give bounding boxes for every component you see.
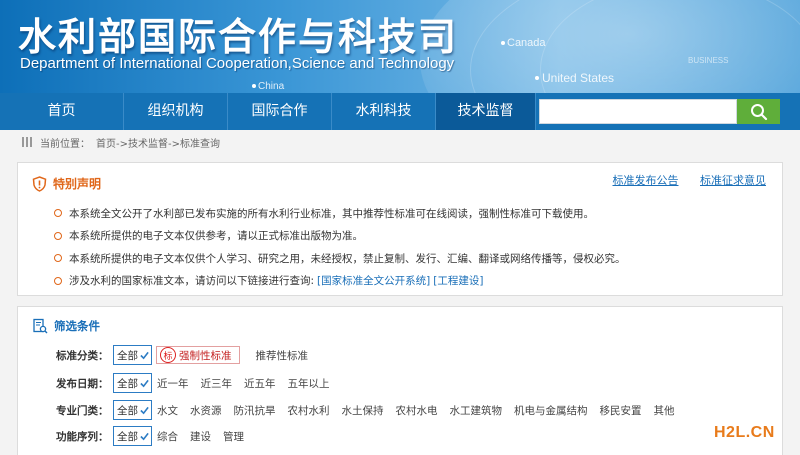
option-date[interactable]: 近五年	[244, 376, 276, 391]
option-mandatory[interactable]: 标强制性标准	[156, 346, 240, 364]
all-label: 全部	[117, 349, 138, 362]
link-standard-announcement[interactable]: 标准发布公告	[613, 174, 679, 187]
list-item: 本系统所提供的电子文本仅供个人学习、研究之用，未经授权，禁止复制、发行、汇编、翻…	[54, 247, 774, 270]
option-discipline[interactable]: 水土保持	[342, 403, 384, 418]
filter-label: 标准分类：	[56, 349, 109, 362]
map-dot	[501, 41, 505, 45]
option-date[interactable]: 五年以上	[288, 376, 330, 391]
nav-item-supervision[interactable]: 技术监督	[436, 93, 536, 130]
notice-text: 本系统所提供的电子文本仅供个人学习、研究之用，未经授权，禁止复制、发行、汇编、翻…	[69, 252, 626, 265]
option-discipline[interactable]: 水工建筑物	[450, 403, 503, 418]
breadcrumb-path[interactable]: 首页->技术监督->标准查询	[96, 135, 220, 150]
link-standard-comments[interactable]: 标准征求意见	[700, 174, 766, 187]
map-dot	[252, 84, 256, 88]
search-button[interactable]	[737, 99, 780, 124]
all-label: 全部	[117, 377, 138, 390]
nav-item-organization[interactable]: 组织机构	[124, 93, 228, 130]
filter-doc-icon	[33, 318, 48, 334]
breadcrumb-label: 当前位置：	[40, 138, 90, 150]
circle-bullet-icon	[54, 254, 62, 263]
map-label-china: China	[258, 81, 285, 92]
notice-links: 标准发布公告 标准征求意见	[595, 172, 767, 188]
option-discipline[interactable]: 农村水电	[396, 403, 438, 418]
check-icon	[140, 432, 149, 440]
map-label-canada: Canada	[507, 37, 546, 49]
option-date[interactable]: 近三年	[201, 376, 233, 391]
search-input[interactable]	[539, 99, 737, 124]
list-item: 涉及水利的国家标准文本，请访问以下链接进行查询: [国家标准全文公开系统] [工程建…	[54, 270, 774, 293]
option-function[interactable]: 建设	[190, 429, 211, 444]
filter-label: 专业门类：	[56, 404, 109, 417]
nav-item-home[interactable]: 首页	[0, 93, 124, 130]
filter-label: 功能序列：	[56, 430, 109, 443]
search-icon	[750, 103, 767, 120]
filter-header: 筛选条件	[32, 318, 100, 334]
notice-title: 特别声明	[53, 177, 102, 191]
option-discipline[interactable]: 机电与金属结构	[514, 403, 588, 418]
all-label: 全部	[117, 430, 138, 443]
map-dot	[535, 76, 539, 80]
watermark: H2L.CN	[714, 424, 775, 441]
check-icon	[140, 351, 149, 359]
option-label: 强制性标准	[179, 349, 232, 362]
option-function[interactable]: 综合	[157, 429, 178, 444]
shield-icon	[32, 175, 47, 192]
list-item: 本系统所提供的电子文本仅供参考，请以正式标准出版物为准。	[54, 225, 774, 248]
list-item: 本系统全文公开了水利部已发布实施的所有水利行业标准，其中推荐性标准可在线阅读，强…	[54, 202, 774, 225]
option-discipline[interactable]: 水文	[157, 403, 178, 418]
filter-label: 发布日期：	[56, 377, 109, 390]
option-date[interactable]: 近一年	[157, 376, 189, 391]
notice-text: 本系统所提供的电子文本仅供参考，请以正式标准出版物为准。	[69, 230, 363, 243]
circle-bullet-icon	[54, 209, 62, 218]
filter-all-checkbox[interactable]: 全部	[113, 373, 152, 393]
filter-all-checkbox[interactable]: 全部	[113, 400, 152, 420]
check-icon	[140, 406, 149, 414]
notice-panel: 特别声明 标准发布公告 标准征求意见 本系统全文公开了水利部已发布实施的所有水利…	[17, 162, 783, 296]
link-national-standards[interactable]: [国家标准全文公开系统]	[317, 273, 430, 288]
notice-header: 特别声明	[32, 175, 101, 192]
filter-row-discipline: 专业门类： 全部 水文 水资源 防汛抗旱 农村水利 水土保持 农村水电 水工建筑…	[56, 400, 675, 420]
site-title-cn: 水利部国际合作与科技司	[18, 15, 459, 59]
filter-row-category: 标准分类： 全部 标强制性标准 推荐性标准	[56, 345, 308, 365]
option-recommended[interactable]: 推荐性标准	[256, 348, 309, 363]
option-discipline[interactable]: 移民安置	[600, 403, 642, 418]
option-function[interactable]: 管理	[223, 429, 244, 444]
circle-bullet-icon	[54, 231, 62, 240]
filter-all-checkbox[interactable]: 全部	[113, 345, 152, 365]
option-discipline[interactable]: 防汛抗旱	[234, 403, 276, 418]
seal-icon: 标	[160, 347, 176, 363]
all-label: 全部	[117, 404, 138, 417]
bars-icon	[22, 137, 32, 147]
notice-text: 本系统全文公开了水利部已发布实施的所有水利行业标准，其中推荐性标准可在线阅读，强…	[69, 207, 594, 220]
filter-all-checkbox[interactable]: 全部	[113, 426, 152, 446]
map-label-us: United States	[542, 71, 615, 85]
notice-list: 本系统全文公开了水利部已发布实施的所有水利行业标准，其中推荐性标准可在线阅读，强…	[54, 202, 774, 292]
site-title-en: Department of International Cooperation,…	[20, 55, 455, 72]
map-label-business: BUSINESS	[688, 56, 729, 65]
nav-item-technology[interactable]: 水利科技	[332, 93, 436, 130]
link-engineering[interactable]: [工程建设]	[433, 273, 483, 288]
filter-title: 筛选条件	[54, 319, 100, 333]
check-icon	[140, 379, 149, 387]
option-discipline[interactable]: 水资源	[190, 403, 222, 418]
option-discipline[interactable]: 农村水利	[288, 403, 330, 418]
breadcrumb: 当前位置： 首页->技术监督->标准查询	[22, 134, 220, 150]
nav-item-international[interactable]: 国际合作	[228, 93, 332, 130]
circle-bullet-icon	[54, 276, 62, 285]
option-discipline[interactable]: 其他	[654, 403, 675, 418]
notice-text: 涉及水利的国家标准文本，请访问以下链接进行查询:	[69, 275, 315, 288]
site-banner: Canada China United States BUSINESS 水利部国…	[0, 0, 800, 93]
filter-row-date: 发布日期： 全部 近一年 近三年 近五年 五年以上	[56, 373, 330, 393]
filter-panel: 筛选条件 标准分类： 全部 标强制性标准 推荐性标准 发布日期： 全部 近一年 …	[17, 306, 783, 455]
filter-row-function: 功能序列： 全部 综合 建设 管理	[56, 426, 244, 446]
